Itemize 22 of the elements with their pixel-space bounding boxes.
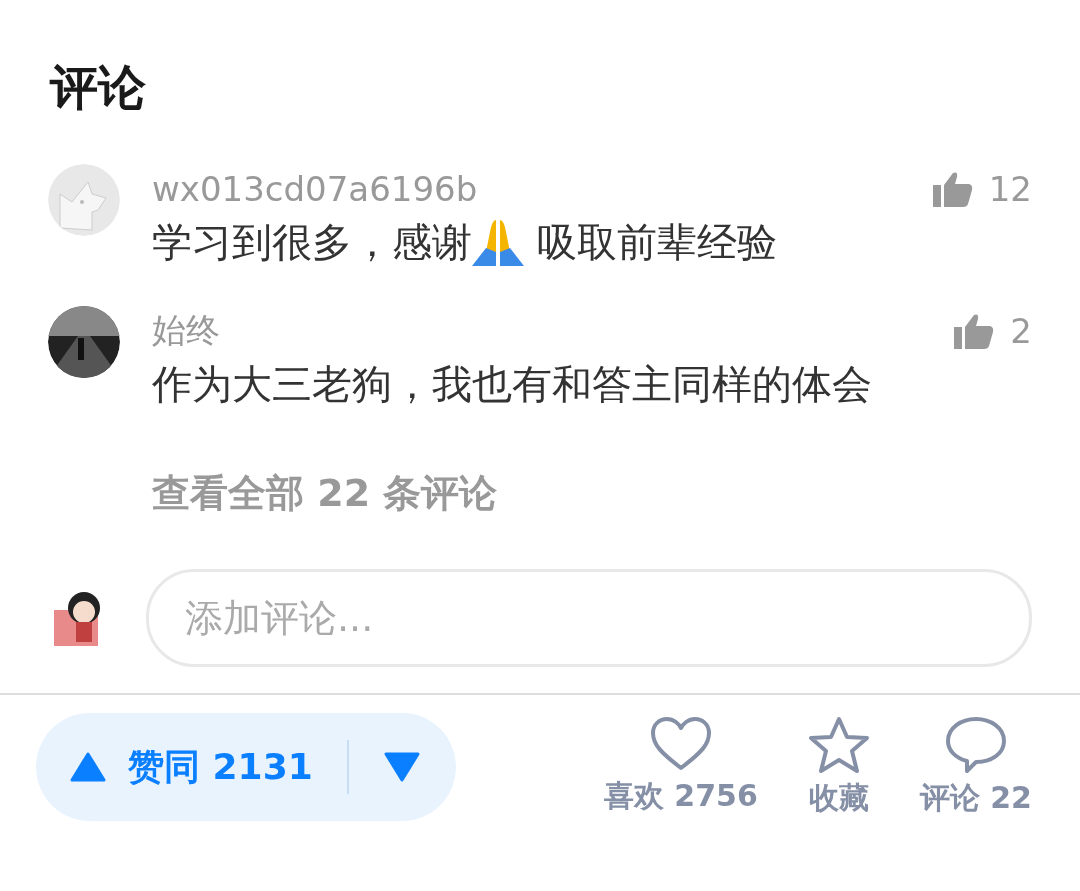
view-all-comments-link[interactable]: 查看全部 22 条评论 bbox=[152, 468, 1080, 519]
like-count: 12 bbox=[988, 169, 1032, 209]
section-title: 评论 bbox=[48, 58, 147, 116]
praying-hands-icon bbox=[472, 218, 524, 266]
username[interactable]: wx013cd07a6196b bbox=[152, 169, 478, 209]
comment-text: 学习到很多，感谢 bbox=[152, 217, 472, 267]
chat-bubble-icon bbox=[944, 715, 1007, 774]
username[interactable]: 始终 bbox=[152, 308, 220, 354]
comment-text: 吸取前辈经验 bbox=[535, 217, 777, 267]
comment-text: 作为大三老狗，我也有和答主同样的体会 bbox=[152, 359, 872, 409]
up-triangle-icon bbox=[70, 752, 106, 782]
down-triangle-icon bbox=[384, 752, 421, 782]
thumbs-up-icon bbox=[932, 171, 973, 207]
chat-button[interactable]: 评论 22 bbox=[919, 715, 1032, 819]
comment-input[interactable]: 添加评论... bbox=[146, 569, 1032, 667]
like-count: 2 bbox=[1010, 311, 1032, 351]
star-icon bbox=[807, 715, 870, 774]
upvote-button[interactable]: 赞同 2131 bbox=[36, 713, 347, 821]
heart-button[interactable]: 喜欢 2756 bbox=[603, 715, 758, 819]
star-button[interactable]: 收藏 bbox=[807, 715, 870, 819]
thumbs-up-icon bbox=[954, 313, 995, 349]
heart-icon bbox=[649, 715, 712, 772]
